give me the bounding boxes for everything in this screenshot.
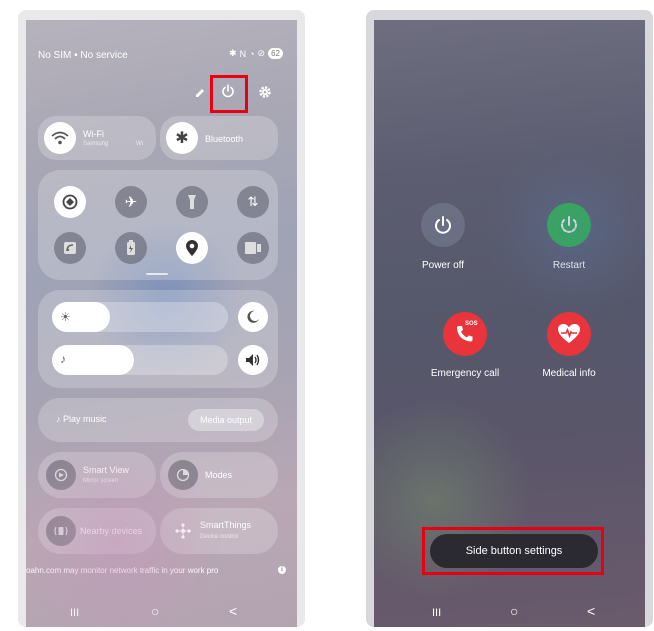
power-icon[interactable] — [220, 83, 236, 104]
hotspot-icon[interactable] — [54, 232, 86, 264]
bluetooth-label: Bluetooth — [205, 134, 244, 144]
sound-icon[interactable] — [238, 345, 268, 375]
medical-info-option[interactable] — [547, 312, 591, 356]
wifi-network: Samsung — [83, 141, 109, 147]
wifi-tile[interactable]: Wi-Fi Samsung Wi — [38, 116, 156, 160]
modes-label: Modes — [205, 470, 233, 480]
media-output-button[interactable]: Media output — [188, 409, 264, 431]
wifi-icon — [44, 122, 76, 154]
recents-button[interactable]: III — [432, 607, 441, 619]
wifi-network-extra: Wi — [136, 141, 143, 147]
status-carrier: No SIM • No service — [38, 50, 128, 61]
sos-badge: SOS — [465, 321, 478, 327]
dnd-icon: ⊘ — [257, 48, 266, 58]
auto-rotate-icon[interactable] — [54, 186, 86, 218]
info-icon[interactable]: i — [278, 566, 286, 574]
emergency-call-icon: SOS — [443, 312, 487, 356]
smart-view-icon — [46, 460, 76, 490]
media-panel: ♪ Play music Media output — [38, 398, 278, 442]
restart-icon — [547, 203, 591, 247]
nfc-icon: N — [239, 48, 247, 59]
bluetooth-tile[interactable]: ✱ Bluetooth — [160, 116, 278, 160]
home-button[interactable]: ○ — [151, 603, 159, 619]
medical-info-icon — [547, 312, 591, 356]
power-off-icon — [421, 203, 465, 247]
back-button[interactable]: < — [229, 603, 237, 619]
music-note-small-icon: ♪ — [56, 414, 64, 424]
play-music-label: Play music — [63, 414, 107, 424]
power-saving-icon[interactable] — [115, 232, 147, 264]
recents-button[interactable]: III — [70, 607, 79, 619]
sliders-panel: ☀ ♪ — [38, 290, 278, 388]
wifi-status-icon: ◔ — [249, 48, 255, 59]
screen-recorder-icon[interactable] — [237, 232, 269, 264]
nearby-devices-tile[interactable]: Nearby devices — [38, 508, 156, 554]
flashlight-icon[interactable] — [176, 186, 208, 218]
smart-view-label: Smart View — [83, 465, 129, 475]
smart-view-tile[interactable]: Smart View Mirror screen — [38, 452, 156, 498]
settings-gear-icon[interactable] — [258, 85, 272, 104]
night-mode-icon[interactable] — [238, 302, 268, 332]
emergency-call-option[interactable]: SOS — [443, 312, 487, 356]
modes-tile[interactable]: Modes — [160, 452, 278, 498]
power-off-label: Power off — [421, 260, 465, 271]
brightness-icon: ☀ — [60, 310, 71, 324]
quick-toggles-panel: ✈ ⇅ — [38, 170, 278, 280]
smart-view-sub: Mirror screen — [83, 478, 119, 484]
back-button[interactable]: < — [587, 603, 595, 619]
nearby-devices-icon — [46, 516, 76, 546]
play-music-button[interactable]: ♪ Play music — [56, 414, 107, 424]
brightness-slider-track[interactable]: ☀ — [52, 302, 228, 332]
quick-panel-screen: No SIM • No service ✱ N ◔ ⊘ 62 Wi-Fi Sam… — [26, 20, 297, 627]
quick-panel-phone: No SIM • No service ✱ N ◔ ⊘ 62 Wi-Fi Sam… — [18, 10, 305, 627]
smartthings-tile[interactable]: SmartThings Device control — [160, 508, 278, 554]
battery-badge: 62 — [268, 48, 283, 59]
power-off-option[interactable] — [421, 203, 465, 247]
emergency-call-label: Emergency call — [430, 368, 500, 379]
panel-drag-handle[interactable] — [146, 273, 168, 275]
medical-info-label: Medical info — [542, 368, 596, 379]
volume-slider-track[interactable]: ♪ — [52, 345, 228, 375]
location-icon[interactable] — [176, 232, 208, 264]
smartthings-sub: Device control — [200, 534, 239, 540]
smartthings-label: SmartThings — [200, 520, 252, 530]
modes-icon — [168, 460, 198, 490]
status-icons: ✱ N ◔ ⊘ 62 — [229, 48, 283, 59]
network-monitor-notice: oahn.com may monitor network traffic in … — [26, 566, 219, 575]
smartthings-icon — [168, 516, 198, 546]
wifi-label: Wi-Fi — [83, 129, 104, 139]
airplane-mode-icon[interactable]: ✈ — [115, 186, 147, 218]
power-menu-screen: Power off Restart SOS Emergency call Med… — [374, 20, 645, 627]
edit-icon[interactable] — [194, 86, 206, 104]
mobile-data-icon[interactable]: ⇅ — [237, 186, 269, 218]
bluetooth-icon: ✱ — [166, 122, 198, 154]
side-button-settings-button[interactable]: Side button settings — [430, 534, 598, 568]
nearby-devices-label: Nearby devices — [80, 526, 143, 536]
home-button[interactable]: ○ — [510, 603, 518, 619]
music-note-icon: ♪ — [60, 352, 66, 366]
bluetooth-status-icon: ✱ — [229, 48, 237, 58]
power-menu-phone: Power off Restart SOS Emergency call Med… — [366, 10, 653, 627]
restart-option[interactable] — [547, 203, 591, 247]
restart-label: Restart — [552, 260, 586, 271]
